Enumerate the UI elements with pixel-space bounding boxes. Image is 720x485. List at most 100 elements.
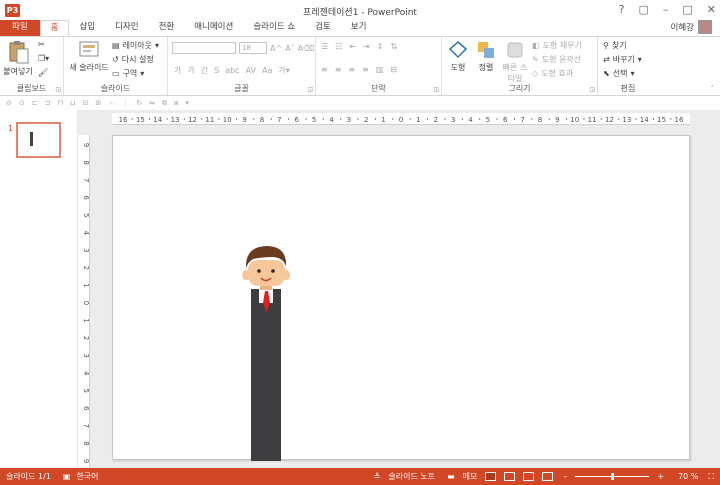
font-size-input[interactable]: 18 [239,42,267,54]
zoom-slider[interactable] [575,473,650,480]
slide-sorter-button[interactable] [504,472,516,481]
align-top-shapes-icon[interactable]: ⊔ [70,99,75,107]
rotate-icon[interactable]: ↻ [136,99,142,107]
quick-styles-button[interactable]: 빠른 스타일 [500,40,530,84]
format-painter-button[interactable]: 🖌 [38,68,48,77]
user-account[interactable]: 이혜강 [671,20,712,34]
line-spacing-icon[interactable]: ↕ [377,42,384,51]
shape-fill-button[interactable]: ◧ 도형 채우기 [532,40,582,51]
align-middle-shapes-icon[interactable]: ⊟ [82,99,88,107]
font-dialog-launcher-icon[interactable]: ◲ [307,86,313,93]
shape-effects-button[interactable]: ◇ 도형 효과 [532,68,573,79]
new-slide-button[interactable]: 새 슬라이드 [66,40,112,73]
zoom-slider-thumb[interactable] [611,473,615,480]
dialog-launcher-icon[interactable]: ◲ [55,86,61,93]
paragraph-dialog-launcher-icon[interactable]: ◲ [433,86,439,93]
copy-button[interactable]: ❐▾ [38,54,49,63]
close-icon[interactable]: ✕ [707,3,716,16]
bullets-icon[interactable]: ☰ [321,42,328,51]
find-button[interactable]: ⚲ 찾기 [603,40,627,51]
font-color-icon[interactable]: 가▾ [278,65,289,76]
shapes-button[interactable]: 도형 [444,40,472,73]
slide-thumbnail[interactable] [16,122,61,158]
fit-slide-icon[interactable]: ⛶ [708,472,714,482]
layout-button[interactable]: ▤ 레이아웃 ▾ [112,40,159,51]
shrink-font-icon[interactable]: Aˇ [285,44,294,53]
select-button[interactable]: ⬉ 선택 ▾ [603,68,634,79]
align-left-icon[interactable]: ≡ [321,65,328,74]
columns-icon[interactable]: ▥ [376,65,384,74]
grow-font-icon[interactable]: A^ [270,44,282,53]
tab-transitions[interactable]: 전환 [149,20,185,36]
align-left-shapes-icon[interactable]: ⊏ [32,99,38,107]
font-name-input[interactable] [172,42,236,54]
tab-file[interactable]: 파일 [0,20,40,36]
bold-icon[interactable]: 가 [174,65,181,76]
shape-outline-button[interactable]: ✎ 도형 윤곽선 [532,54,581,65]
group-icon[interactable]: ⊙ [19,99,25,107]
clear-formatting-icon[interactable]: A⌫ [298,44,315,53]
maximize-icon[interactable]: □ [682,3,692,16]
justify-icon[interactable]: ≡ [362,65,369,74]
tab-insert[interactable]: 삽입 [69,20,105,36]
align-right-icon[interactable]: ≡ [348,65,355,74]
distribute-horizontal-icon[interactable]: ⋯ [108,99,115,107]
send-backward-icon[interactable]: ⧈ [174,99,178,108]
layout-icon: ▤ [112,41,120,50]
tab-animations[interactable]: 애니메이션 [184,20,243,36]
zoom-in-icon[interactable]: + [657,472,664,481]
zoom-level[interactable]: 70 % [678,472,698,481]
text-direction-icon[interactable]: ⇅ [390,42,397,51]
decrease-indent-icon[interactable]: ⇤ [349,42,356,51]
flip-icon[interactable]: ⇋ [149,99,155,107]
align-center-shapes-icon[interactable]: ⊐ [45,99,51,107]
spellcheck-icon[interactable]: ▣ [63,472,71,481]
change-case-icon[interactable]: Aa [262,66,272,75]
normal-view-button[interactable] [485,472,497,481]
align-center-icon[interactable]: ≡ [335,65,342,74]
align-right-shapes-icon[interactable]: ⊓ [58,99,63,107]
zoom-out-icon[interactable]: – [563,472,567,481]
drawing-dialog-launcher-icon[interactable]: ◲ [589,86,595,93]
bring-forward-icon[interactable]: ⧉ [162,99,167,108]
align-text-icon[interactable]: ⊟ [390,65,397,74]
tab-slideshow[interactable]: 슬라이드 쇼 [243,20,305,36]
tab-view[interactable]: 보기 [341,20,377,36]
ribbon-display-icon[interactable]: ▢ [638,3,648,16]
ruler-tick [652,118,654,120]
help-icon[interactable]: ? [619,3,625,16]
ruler-label: 8 [260,116,264,124]
customize-toolbar-icon[interactable]: ▾ [185,99,189,107]
reading-view-button[interactable] [523,472,535,481]
arrange-button[interactable]: 정렬 [472,40,500,73]
distribute-vertical-icon[interactable]: ⋮ [122,99,129,107]
ruler-label: 12 [605,116,614,124]
comments-button[interactable]: 메모 [463,471,478,482]
italic-icon[interactable]: 가 [187,65,194,76]
char-spacing-icon[interactable]: AV [246,66,256,75]
language[interactable]: 한국어 [76,471,98,482]
numbering-icon[interactable]: ☷ [335,42,342,51]
section-button[interactable]: ▭ 구역 ▾ [112,68,144,79]
text-shadow-icon[interactable]: abc [225,66,239,75]
minimize-icon[interactable]: – [663,3,669,16]
slideshow-view-button[interactable] [542,472,554,481]
strikethrough-icon[interactable]: S [214,66,219,75]
align-shapes-icon[interactable]: ⊖ [6,99,12,107]
increase-indent-icon[interactable]: ⇥ [363,42,370,51]
slide-canvas[interactable] [112,135,690,461]
tab-design[interactable]: 디자인 [105,20,148,36]
cut-button[interactable]: ✂ [38,40,45,49]
tab-home[interactable]: 홈 [39,20,70,36]
reset-button[interactable]: ↺ 다시 설정 [112,54,154,65]
paste-button[interactable]: 붙여넣기 [3,40,33,77]
notes-button[interactable]: 슬라이드 노트 [388,471,435,482]
underline-icon[interactable]: 간 [201,65,208,76]
replace-button[interactable]: ⇄ 바꾸기 ▾ [603,54,642,65]
tab-review[interactable]: 검토 [305,20,341,36]
collapse-ribbon-icon[interactable]: ˄ [711,85,715,93]
section-icon: ▭ [112,69,120,78]
businessman-figure[interactable] [242,246,291,461]
editing-label: 편집 [620,84,636,93]
align-bottom-shapes-icon[interactable]: ⊞ [95,99,101,107]
